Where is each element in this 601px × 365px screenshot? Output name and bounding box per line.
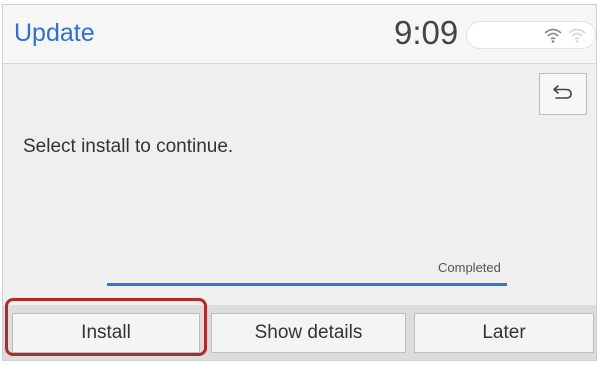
progress-bar: [107, 283, 507, 286]
back-arrow-icon: [552, 84, 574, 105]
progress-fill: [107, 283, 507, 286]
back-button[interactable]: [539, 73, 587, 115]
update-screen: Update 9:09 Select install to continue. …: [2, 4, 597, 361]
action-bar: Install Show details Later: [3, 305, 596, 360]
install-button[interactable]: Install: [12, 313, 200, 353]
wifi-weak-icon: [567, 26, 587, 49]
status-bar: [466, 21, 596, 49]
header-bar: Update 9:09: [3, 5, 596, 64]
show-details-button[interactable]: Show details: [211, 313, 406, 353]
wifi-icon: [543, 26, 563, 49]
later-button[interactable]: Later: [414, 313, 594, 353]
clock-time: 9:09: [394, 14, 459, 51]
progress-label: Completed: [438, 260, 501, 275]
page-title: Update: [14, 19, 95, 47]
screen-frame: Update 9:09 Select install to continue. …: [0, 0, 601, 365]
instruction-text: Select install to continue.: [23, 136, 234, 157]
